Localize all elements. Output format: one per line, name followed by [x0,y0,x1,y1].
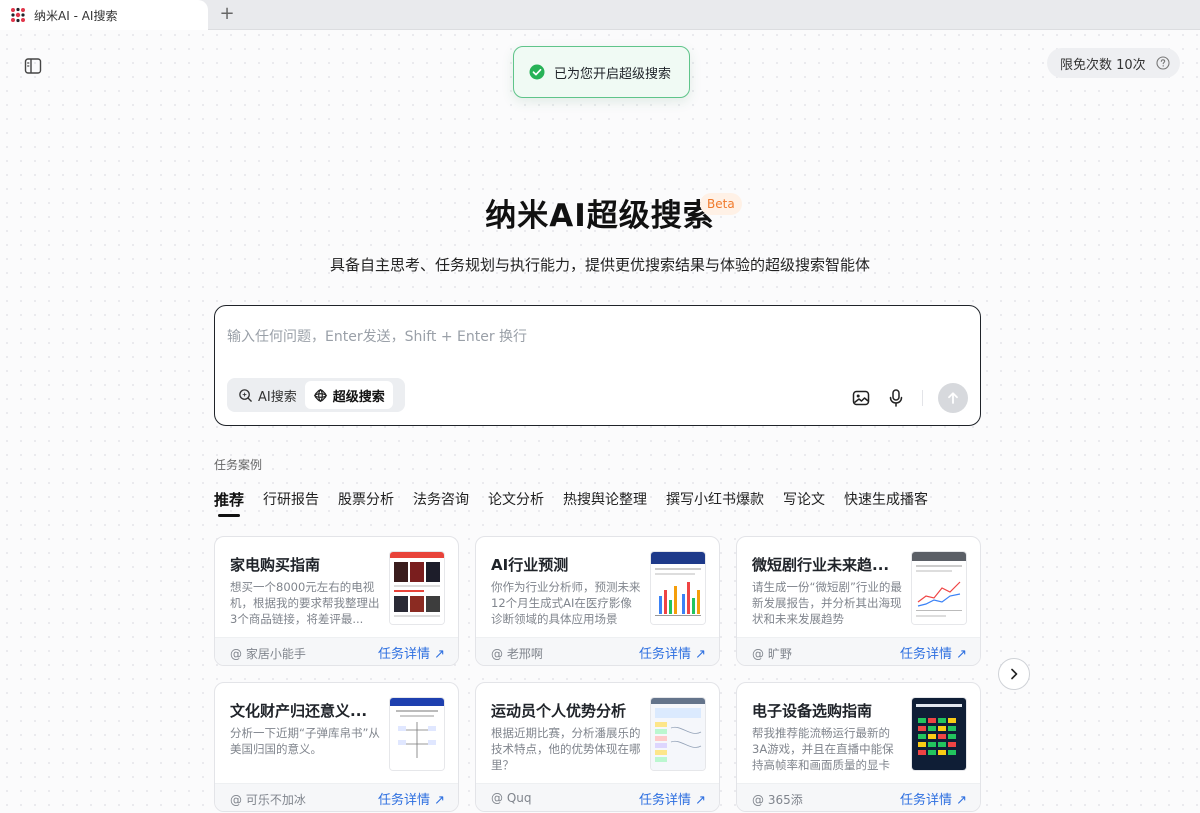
tab-paper-analysis[interactable]: 论文分析 [488,489,544,519]
task-card-author: @ Quq [491,791,532,805]
sidebar-toggle-icon[interactable] [23,56,43,76]
task-card-description: 根据近期比赛，分析潘展乐的技术特点，他的优势体现在哪里？ [491,726,641,772]
task-card-description: 请生成一份“微短剧”行业的最新发展报告，并分析其出海现状和未来发展趋势 [752,580,902,626]
task-card-footer: @ 365添 任务详情 ↗ [737,783,980,811]
task-detail-link[interactable]: 任务详情 ↗ [900,789,967,808]
search-mode-switch: AI搜索 超级搜索 [227,378,405,412]
task-card-footer: @ 旷野 任务详情 ↗ [737,637,980,665]
ai-search-mode-button[interactable]: AI搜索 [230,381,305,409]
task-card-thumbnail [651,698,705,770]
task-card-title: 家电购买指南 [230,556,321,574]
task-card-title: 文化财产归还意义... [230,702,368,720]
task-card-title: 微短剧行业未来趋... [752,556,890,574]
task-card-footer: @ Quq 任务详情 ↗ [476,783,719,811]
chevron-right-icon [1011,668,1018,680]
task-card-author: @ 可乐不加冰 [230,793,306,807]
tab-industry-report[interactable]: 行研报告 [263,489,319,519]
beta-badge: Beta [700,193,742,215]
carousel-next-button[interactable] [998,658,1030,690]
task-card-title: 电子设备选购指南 [752,702,873,720]
task-detail-link[interactable]: 任务详情 ↗ [639,789,706,808]
send-button[interactable] [938,383,968,413]
nano-ai-logo-icon [11,7,25,23]
task-card[interactable]: 微短剧行业未来趋... 请生成一份“微短剧”行业的最新发展报告，并分析其出海现状… [736,536,981,666]
microphone-icon[interactable] [886,388,906,408]
task-card[interactable]: 运动员个人优势分析 根据近期比赛，分析潘展乐的技术特点，他的优势体现在哪里？ @… [475,682,720,812]
task-card-description: 帮我推荐能流畅运行最新的3A游戏，并且在直播中能保持高帧率和画面质量的显卡 [752,726,894,772]
task-detail-link[interactable]: 任务详情 ↗ [900,643,967,662]
task-card-footer: @ 可乐不加冰 任务详情 ↗ [215,783,458,811]
success-check-icon [529,64,545,80]
task-card-thumbnail [390,552,444,624]
toolbar-divider [922,390,923,406]
task-examples-label: 任务案例 [214,458,263,472]
task-card-footer: @ 老邢啊 任务详情 ↗ [476,637,719,665]
task-card-thumbnail [912,552,966,624]
task-card-footer: @ 家居小能手 任务详情 ↗ [215,637,458,665]
task-card-author: @ 365添 [752,793,803,807]
new-tab-button[interactable]: + [216,3,238,25]
task-card-thumbnail [912,698,966,770]
task-card-title: AI行业预测 [491,556,569,574]
browser-tab[interactable]: 纳米AI - AI搜索 [0,0,208,30]
help-icon[interactable] [1156,56,1170,70]
super-search-enabled-toast: 已为您开启超级搜索 [513,46,690,98]
tab-legal-consulting[interactable]: 法务咨询 [413,489,469,519]
task-card-author: @ 旷野 [752,647,792,661]
super-search-icon [313,388,327,402]
page-title: 纳米AI超级搜索 [485,198,715,234]
super-search-mode-button[interactable]: 超级搜索 [304,381,393,409]
tab-recommended[interactable]: 推荐 [214,489,244,519]
task-card[interactable]: 家电购买指南 想买一个8000元左右的电视机，根据我的要求帮我整理出3个商品链接… [214,536,459,666]
task-card-title: 运动员个人优势分析 [491,702,627,720]
task-category-tabs: 推荐 行研报告 股票分析 法务咨询 论文分析 热搜舆论整理 撰写小红书爆款 写论… [214,489,947,519]
task-detail-link[interactable]: 任务详情 ↗ [378,789,445,808]
ai-search-icon [239,388,252,402]
arrow-up-icon [948,392,958,404]
task-detail-link[interactable]: 任务详情 ↗ [378,643,445,662]
super-search-mode-label: 超级搜索 [332,389,385,405]
browser-tab-title: 纳米AI - AI搜索 [34,8,118,23]
ai-search-mode-label: AI搜索 [258,389,297,405]
task-card[interactable]: AI行业预测 你作为行业分析师，预测未来12个月生成式AI在医疗影像诊断领域的具… [475,536,720,666]
task-card-thumbnail [651,552,705,624]
page-subtitle: 具备自主思考、任务规划与执行能力，提供更优搜索结果与体验的超级搜索智能体 [329,256,870,274]
task-card-description: 想买一个8000元左右的电视机，根据我的要求帮我整理出3个商品链接，将差评最..… [230,580,380,626]
toast-message: 已为您开启超级搜索 [554,66,672,82]
task-card-description: 你作为行业分析师，预测未来12个月生成式AI在医疗影像诊断领域的具体应用场景 [491,580,641,626]
quota-label: 限免次数 10次 [1060,57,1146,73]
task-card-author: @ 老邢啊 [491,647,543,661]
tab-trending-opinion[interactable]: 热搜舆论整理 [563,489,647,519]
tab-quick-podcast[interactable]: 快速生成播客 [844,489,928,519]
task-card[interactable]: 文化财产归还意义... 分析一下近期“子弹库帛书”从美国归国的意义。 @ 可乐不… [214,682,459,812]
tab-stock-analysis[interactable]: 股票分析 [338,489,394,519]
task-card-thumbnail [390,698,444,770]
free-quota-badge[interactable]: 限免次数 10次 [1047,48,1180,78]
task-card-author: @ 家居小能手 [230,647,306,661]
search-input[interactable] [227,324,927,350]
search-box: AI搜索 超级搜索 [214,305,981,426]
task-card-description: 分析一下近期“子弹库帛书”从美国归国的意义。 [230,726,380,756]
task-card[interactable]: 电子设备选购指南 帮我推荐能流畅运行最新的3A游戏，并且在直播中能保持高帧率和画… [736,682,981,812]
hero: 纳米AI超级搜索 [0,190,1200,235]
task-detail-link[interactable]: 任务详情 ↗ [639,643,706,662]
tab-xiaohongshu-post[interactable]: 撰写小红书爆款 [666,489,764,519]
tab-write-paper[interactable]: 写论文 [783,489,825,519]
browser-tab-bar: 纳米AI - AI搜索 + [0,0,1200,30]
image-upload-icon[interactable] [851,388,871,408]
